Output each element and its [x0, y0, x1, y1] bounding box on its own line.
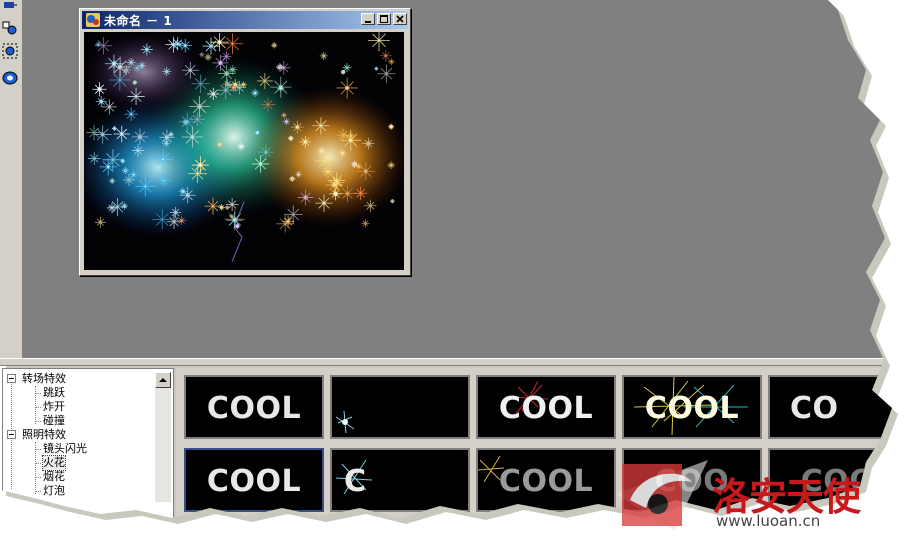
- tree-item-lighting-effects[interactable]: 照明特效: [3, 428, 153, 442]
- horizontal-splitter[interactable]: [0, 358, 892, 366]
- document-titlebar[interactable]: 未命名 － 1: [82, 11, 408, 29]
- document-icon: [85, 12, 101, 31]
- scroll-up-arrow-icon: [159, 378, 167, 382]
- tree-connector: [35, 463, 41, 464]
- effect-thumbnail[interactable]: COOL: [476, 375, 616, 439]
- effect-thumbnail[interactable]: COOL: [622, 375, 762, 439]
- watermark-url: www.luoan.cn: [716, 512, 821, 530]
- effects-tree: 转场特效 跳跃 炸开 碰撞 照明特效 镜头闪光 火花 烟花 灯泡: [2, 368, 174, 518]
- fireworks-image: [84, 32, 404, 270]
- tree-connector: [35, 477, 41, 478]
- collapse-toggle-icon[interactable]: [7, 374, 16, 383]
- effect-thumbnail[interactable]: C: [330, 448, 470, 512]
- thumbnail-text: COOL: [644, 391, 740, 426]
- tree-item-label: 转场特效: [22, 372, 66, 385]
- tree-item-transition-effects[interactable]: 转场特效: [3, 372, 153, 386]
- tree-item-explode[interactable]: 炸开: [3, 400, 153, 414]
- node-tool-icon[interactable]: [2, 20, 18, 36]
- tree-item-label: 镜头闪光: [43, 442, 87, 455]
- thumbnail-spark-graphic: [335, 410, 355, 434]
- tree-connector: [35, 407, 41, 408]
- thumbnail-text: COOL: [498, 391, 594, 426]
- document-title: 未命名 － 1: [104, 14, 173, 28]
- thumbnail-text: C: [344, 464, 367, 499]
- tree-item-bulb[interactable]: 灯泡: [3, 484, 153, 498]
- tree-item-label: 灯泡: [43, 484, 65, 497]
- tree-connector: [35, 393, 41, 394]
- thumbnail-text: COOL: [206, 464, 302, 499]
- fireworks-canvas[interactable]: [84, 32, 404, 270]
- scroll-up-button[interactable]: [155, 372, 171, 388]
- maximize-button[interactable]: [377, 13, 391, 25]
- tree-item-label: 照明特效: [22, 428, 66, 441]
- screenshot-paper: 未命名 － 1 转场特效 跳跃 炸开 碰撞 照明特效 镜头闪光 火花 烟花 灯泡…: [0, 0, 892, 518]
- view-tool-icon[interactable]: [2, 70, 18, 86]
- tree-connector: [35, 449, 41, 450]
- thumbnail-text: COOL: [498, 464, 594, 499]
- watermark-logo: [616, 460, 708, 530]
- tree-item-label: 跳跃: [43, 386, 65, 399]
- tree-item-label: 碰撞: [43, 414, 65, 427]
- effect-thumbnail[interactable]: [330, 375, 470, 439]
- tree-connector: [35, 491, 41, 492]
- tree-item-jump[interactable]: 跳跃: [3, 386, 153, 400]
- tree-item-sparks[interactable]: 火花: [3, 455, 153, 471]
- effect-thumbnail[interactable]: COOL: [476, 448, 616, 512]
- document-window[interactable]: 未命名 － 1: [79, 8, 411, 276]
- effect-thumbnail[interactable]: COOL: [184, 375, 324, 439]
- transform-tool-icon[interactable]: [2, 0, 18, 16]
- effect-thumbnail[interactable]: COOL: [184, 448, 324, 512]
- select-node-tool-icon[interactable]: [2, 43, 18, 59]
- tree-item-label: 炸开: [43, 400, 65, 413]
- thumbnail-text: COOL: [206, 391, 302, 426]
- thumbnail-text: CO: [790, 391, 839, 426]
- collapse-toggle-icon[interactable]: [7, 430, 16, 439]
- close-button[interactable]: [393, 13, 407, 25]
- tree-connector: [35, 421, 41, 422]
- tree-item-label: 烟花: [43, 470, 65, 483]
- tree-item-fireworks[interactable]: 烟花: [3, 470, 153, 484]
- tree-item-label: 火花: [42, 455, 66, 471]
- tree-scrollbar[interactable]: [155, 372, 171, 502]
- tree-item-lens-flare[interactable]: 镜头闪光: [3, 442, 153, 456]
- tool-strip: [0, 0, 23, 360]
- minimize-button[interactable]: [361, 13, 375, 25]
- tree-item-collide[interactable]: 碰撞: [3, 414, 153, 428]
